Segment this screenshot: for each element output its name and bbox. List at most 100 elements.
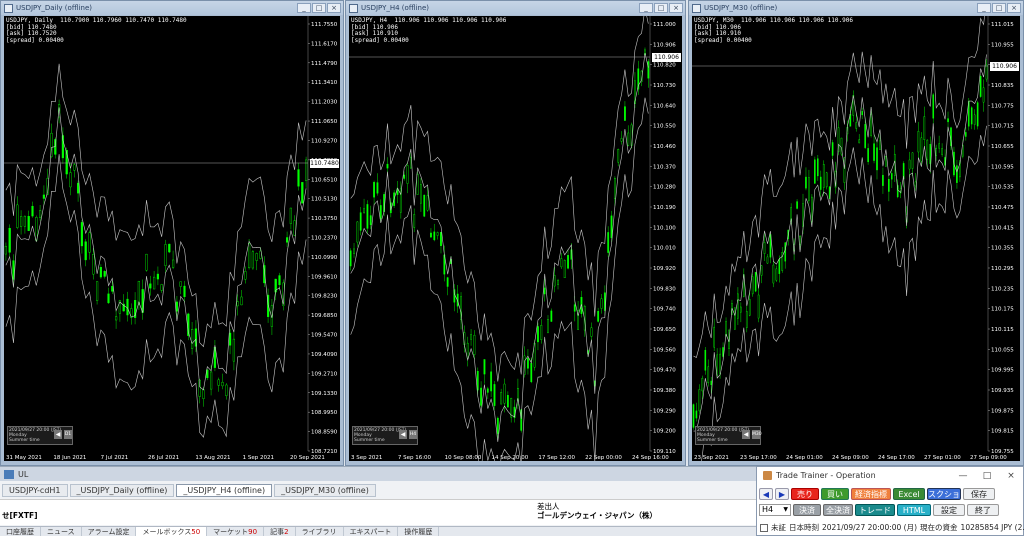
terminal-tab[interactable]: 口座履歴	[0, 527, 41, 536]
candle-body	[107, 293, 110, 304]
candle-body	[73, 164, 76, 171]
trainer-maximize-button[interactable]: □	[975, 471, 999, 481]
date-tick-label: 23 Sep 2021	[694, 455, 729, 461]
terminal-tab[interactable]: ライブラリ	[296, 527, 344, 536]
close-button[interactable]: ×	[669, 3, 683, 13]
save-button[interactable]: 保存	[963, 488, 995, 500]
close-button[interactable]: ×	[327, 3, 341, 13]
candle-body	[560, 258, 563, 268]
trainer-minimize-button[interactable]: —	[951, 471, 975, 481]
terminal-tab-label: 記事	[270, 528, 285, 536]
candle-body	[76, 182, 80, 194]
exit-button[interactable]: 終了	[967, 504, 999, 516]
timeframe-button[interactable]: D1	[64, 430, 72, 439]
trade-button[interactable]: トレード	[855, 504, 895, 516]
candle-body	[473, 334, 476, 355]
maximize-button[interactable]: □	[654, 3, 668, 13]
date-tick-label: 20 Sep 2021	[290, 455, 325, 461]
candle-body	[537, 326, 539, 343]
next-bar-button[interactable]: ▶	[775, 488, 789, 500]
chart-plot-area[interactable]: 111.7550 111.6170 111.4790 111.3410 111.2030…	[4, 16, 340, 461]
candle-body	[822, 164, 825, 188]
candle-body	[911, 152, 914, 169]
candle-body	[386, 163, 389, 169]
step-back-button[interactable]: ◀	[742, 430, 750, 439]
economic-indicators-button[interactable]: 経済指標	[851, 488, 891, 500]
timeframe-select[interactable]: H4 ▼	[759, 504, 791, 516]
candle-body	[751, 276, 754, 295]
chart-window-h4[interactable]: USDJPY_H4 (offline) _ □ × 111.000 110.906…	[345, 0, 686, 466]
chart-plot-area[interactable]: 111.015 110.955 110.906 110.835 110.775 110.7…	[692, 16, 1020, 461]
chart-tab[interactable]: _USDJPY_H4 (offline)	[176, 484, 273, 497]
price-tick-label: 109.650	[653, 327, 676, 333]
price-tick-label: 108.9950	[311, 410, 338, 416]
close-button[interactable]: ×	[1007, 3, 1021, 13]
candle-body	[349, 250, 352, 267]
minimize-button[interactable]: _	[297, 3, 311, 13]
price-tick-label: 110.595	[991, 164, 1014, 170]
candle-body	[707, 366, 710, 384]
candle-body	[778, 259, 781, 274]
candle-body	[23, 216, 26, 227]
minimize-button[interactable]: _	[977, 3, 991, 13]
settings-button[interactable]: 設定	[933, 504, 965, 516]
chart-tab[interactable]: _USDJPY_M30 (offline)	[274, 484, 376, 497]
candle-body	[483, 359, 486, 375]
maximize-button[interactable]: □	[992, 3, 1006, 13]
terminal-tab[interactable]: 記事2	[264, 527, 296, 536]
sell-button[interactable]: 売り	[791, 488, 819, 500]
candle-body	[225, 384, 228, 396]
terminal-tab[interactable]: エキスパート	[344, 527, 399, 536]
price-tick-label: 110.100	[653, 225, 676, 231]
terminal-title: UL	[18, 469, 29, 479]
chart-window-daily[interactable]: USDJPY_Daily (offline) _ □ × 111.7550 111…	[0, 0, 344, 466]
candle-body	[145, 253, 148, 271]
terminal-tab[interactable]: アラーム設定	[82, 527, 137, 536]
chart-titlebar[interactable]: USDJPY_M30 (offline) _ □ ×	[689, 1, 1023, 15]
candle-body	[831, 142, 834, 156]
chart-tab[interactable]: USDJPY-cdH1	[2, 484, 68, 497]
chart-window-m30[interactable]: USDJPY_M30 (offline) _ □ × 111.015 110.95…	[688, 0, 1024, 466]
candle-body	[406, 165, 409, 184]
step-back-button[interactable]: ◀	[54, 430, 62, 439]
trainer-titlebar[interactable]: Trade Trainer - Operation — □ ×	[757, 467, 1023, 484]
price-tick-label: 109.4090	[311, 352, 338, 358]
buy-button[interactable]: 買い	[821, 488, 849, 500]
candle-body	[27, 216, 30, 231]
candle-body	[941, 148, 943, 155]
terminal-tab[interactable]: メールボックス50	[136, 527, 208, 536]
step-back-button[interactable]: ◀	[399, 430, 407, 439]
candle-body	[209, 371, 213, 390]
candle-body	[858, 139, 861, 144]
timeframe-button[interactable]: H4	[409, 430, 417, 439]
candle-body	[543, 287, 546, 295]
prev-bar-button[interactable]: ◀	[759, 488, 773, 500]
chart-tab[interactable]: _USDJPY_Daily (offline)	[69, 484, 175, 497]
trainer-close-button[interactable]: ×	[999, 471, 1023, 481]
chart-plot-area[interactable]: 111.000 110.906 110.820 110.730 110.640 110.5…	[349, 16, 682, 461]
terminal-tab[interactable]: マーケット90	[207, 527, 265, 536]
candle-body	[805, 176, 807, 189]
candle-body	[466, 342, 469, 359]
excel-button[interactable]: Excel	[893, 488, 925, 500]
chart-info-text: USDJPY, M30 110.906 110.906 110.906 110.…	[694, 17, 853, 44]
terminal-header[interactable]: UL	[0, 467, 756, 481]
settle-button[interactable]: 決済	[793, 504, 821, 516]
html-button[interactable]: HTML	[897, 504, 931, 516]
funds-label: 現在の資金	[920, 523, 958, 532]
candle-body	[69, 172, 72, 188]
unrealized-checkbox[interactable]	[760, 523, 768, 532]
terminal-tab[interactable]: 操作履歴	[398, 527, 440, 536]
chart-titlebar[interactable]: USDJPY_Daily (offline) _ □ ×	[1, 1, 343, 15]
candle-body	[734, 307, 736, 330]
date-tick-label: 26 Jul 2021	[148, 455, 179, 461]
minimize-button[interactable]: _	[639, 3, 653, 13]
maximize-button[interactable]: □	[312, 3, 326, 13]
candle-body	[763, 242, 766, 254]
chart-titlebar[interactable]: USDJPY_H4 (offline) _ □ ×	[346, 1, 685, 15]
timeframe-button[interactable]: M30	[752, 430, 762, 439]
settle-all-button[interactable]: 全決済	[823, 504, 853, 516]
screenshot-button[interactable]: スクショ	[927, 488, 961, 500]
candle-body	[92, 254, 95, 275]
terminal-tab[interactable]: ニュース	[41, 527, 82, 536]
